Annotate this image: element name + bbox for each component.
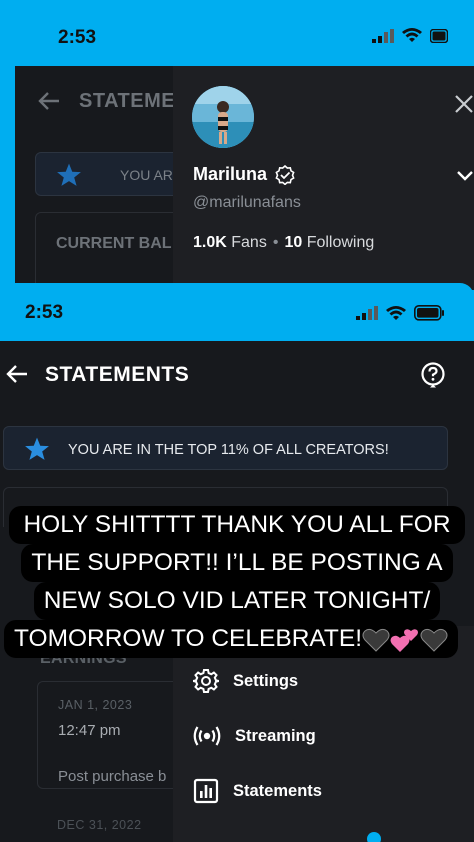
verified-icon [275, 164, 295, 185]
bar-chart-icon [193, 778, 219, 804]
wifi-icon [386, 305, 406, 320]
battery-icon [430, 28, 448, 43]
following-label[interactable]: Following [307, 234, 375, 251]
gear-icon [193, 669, 219, 693]
navigation-drawer: Settings Streaming Statements [173, 626, 474, 842]
back-arrow-icon[interactable] [37, 90, 61, 112]
menu-label-streaming: Streaming [235, 726, 316, 745]
star-icon [57, 163, 81, 186]
profile-name-text: Mariluna [193, 164, 268, 184]
profile-handle: @marilunafans [193, 194, 301, 211]
fans-count: 1.0K [193, 234, 227, 251]
status-bar: 2:53 [0, 0, 474, 66]
status-time: 2:53 [58, 27, 97, 48]
signal-icon [372, 28, 394, 43]
battery-icon [414, 305, 444, 321]
menu-label-statements: Statements [233, 781, 322, 800]
top-creator-banner: YOU ARE IN THE TOP 11% OF ALL CREATORS! [3, 426, 448, 470]
caption-line-1: HOLY SHITTTT THANK YOU ALL FOR [9, 506, 465, 544]
earning-time: 12:47 pm [58, 722, 121, 739]
signal-icon [356, 306, 378, 320]
earning-date: JAN 1, 2023 [58, 698, 133, 712]
black-heart-icon [420, 628, 448, 652]
story-caption: HOLY SHITTTT THANK YOU ALL FOR THE SUPPO… [0, 506, 474, 658]
star-icon [25, 437, 49, 460]
banner-text: YOU ARE IN THE TOP 11% OF ALL CREATORS! [68, 442, 389, 458]
menu-item-streaming[interactable]: Streaming [193, 723, 316, 749]
help-icon[interactable] [420, 362, 446, 388]
wifi-icon [402, 28, 422, 42]
bottom-indicator-dot [367, 832, 381, 842]
black-heart-icon [362, 628, 390, 652]
back-balance-label: CURRENT BAL [56, 235, 172, 252]
caption-line-4-text: TOMORROW TO CELEBRATE! [14, 625, 363, 652]
profile-name: Mariluna [193, 164, 295, 185]
profile-drawer: Mariluna @marilunafans 1.0K Fans • 10 Foll… [173, 66, 474, 290]
status-bar: 2:53 [0, 283, 474, 341]
avatar-photo [192, 86, 254, 148]
status-time: 2:53 [25, 302, 64, 323]
profile-stats: 1.0K Fans • 10 Following [193, 234, 374, 252]
two-hearts-icon [390, 628, 419, 652]
caption-line-2: THE SUPPORT!! I’LL BE POSTING A [21, 544, 453, 582]
separator-dot: • [272, 234, 279, 251]
next-earning-date: DEC 31, 2022 [57, 818, 142, 832]
status-icons [372, 28, 448, 43]
caption-line-4: TOMORROW TO CELEBRATE! [4, 620, 459, 658]
avatar[interactable] [192, 86, 254, 148]
following-count: 10 [284, 234, 303, 251]
chevron-down-icon[interactable] [456, 170, 474, 182]
menu-label-settings: Settings [233, 671, 299, 690]
caption-line-3: NEW SOLO VID LATER TONIGHT/ [33, 582, 441, 620]
status-icons [356, 305, 444, 321]
earning-description: Post purchase b [58, 768, 167, 785]
menu-item-settings[interactable]: Settings [193, 668, 298, 694]
front-app-bar: STATEMENTS [0, 341, 474, 407]
fans-label[interactable]: Fans [231, 234, 267, 251]
back-arrow-icon[interactable] [5, 363, 29, 385]
page-title: STATEMENTS [45, 363, 190, 386]
close-icon[interactable] [454, 94, 474, 114]
streaming-icon [193, 726, 221, 746]
back-screenshot: 2:53 STATEMENTS YOU ARE I CURRENT BAL Ma… [0, 0, 474, 290]
menu-item-statements[interactable]: Statements [193, 778, 322, 804]
